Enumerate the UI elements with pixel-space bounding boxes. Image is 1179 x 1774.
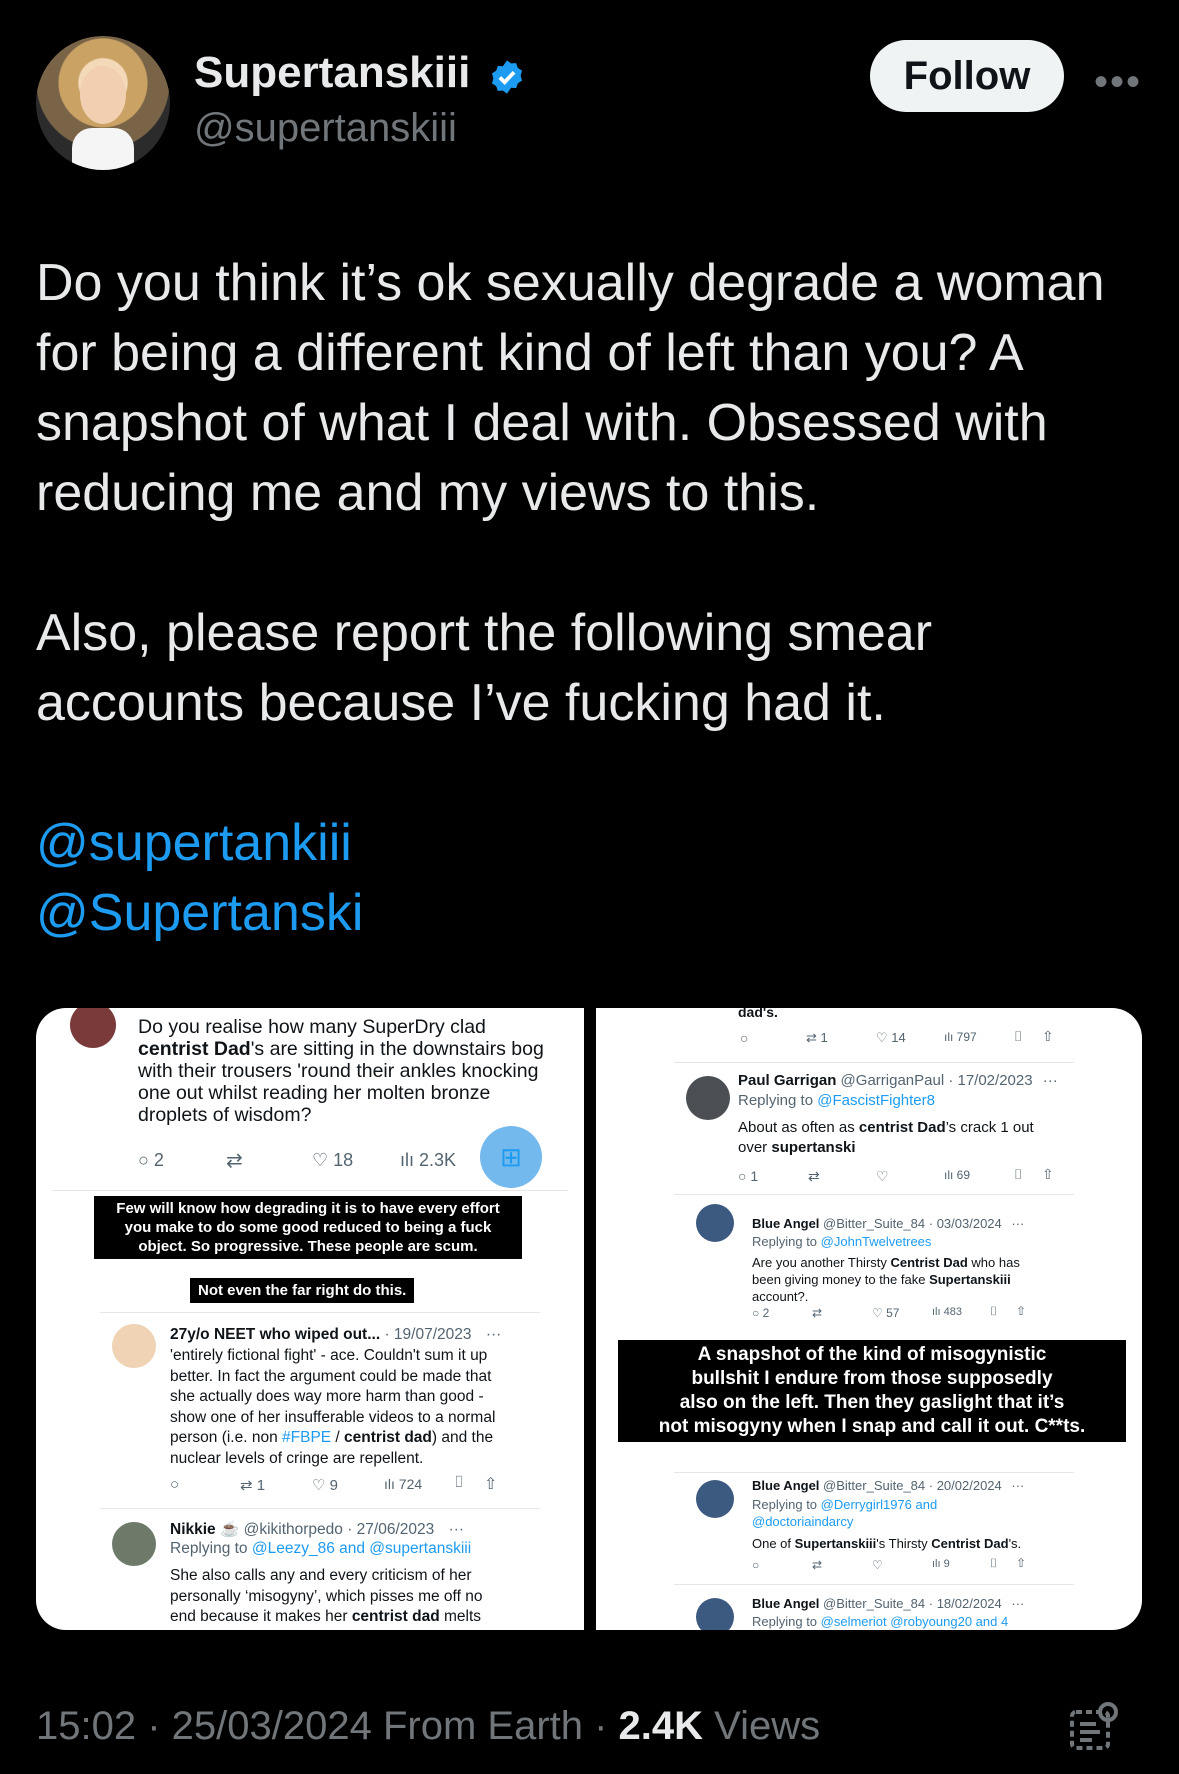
post-header: Nikkie ☕ @kikithorpedo · 27/06/2023 ··· (170, 1521, 465, 1538)
retweet-icon[interactable]: ⇄ (808, 1168, 820, 1185)
bookmark-icon[interactable]: ⌷ (990, 1304, 997, 1319)
post-header: 27y/o NEET who wiped out... · 19/07/2023… (170, 1326, 502, 1343)
retweet-icon[interactable]: ⇄ 1 (240, 1476, 265, 1494)
mention-link-2[interactable]: @Supertanski (36, 878, 1146, 948)
like-icon[interactable]: ♡ (876, 1168, 889, 1185)
like-icon[interactable]: ♡ 57 (872, 1306, 899, 1320)
tweet-text: Do you think it’s ok sexually degrade a … (36, 248, 1146, 948)
post-header: Blue Angel @Bitter_Suite_84 · 20/02/2024… (752, 1478, 1025, 1493)
replying-to: Replying to @Leezy_86 and @supertanskiii (170, 1540, 472, 1557)
avatar (112, 1522, 156, 1566)
views-label: Views (703, 1704, 821, 1748)
divider (674, 1584, 1074, 1585)
bookmark-icon[interactable]: ⌷ (1014, 1028, 1022, 1045)
post-header: Paul Garrigan @GarriganPaul · 17/02/2023… (738, 1072, 1058, 1089)
more-options-icon[interactable]: ••• (1094, 60, 1142, 105)
share-icon[interactable]: ⇧ (1016, 1556, 1026, 1570)
post-text: Do you realise how many SuperDry clad ce… (138, 1016, 544, 1126)
share-icon[interactable]: ⇧ (1016, 1304, 1026, 1318)
post-text: One of Supertanskiii's Thirsty Centrist … (752, 1536, 1022, 1551)
bookmark-icon[interactable]: ⌷ (1014, 1166, 1022, 1183)
verified-badge-icon (491, 60, 523, 94)
post-header: Blue Angel @Bitter_Suite_84 · 18/02/2024… (752, 1596, 1025, 1611)
post-text-fragment: dad's. (738, 1008, 778, 1020)
display-name[interactable]: Supertanskiii (194, 48, 470, 98)
post-text: She also calls any and every criticism o… (170, 1567, 483, 1625)
views-icon[interactable]: ılı 797 (944, 1030, 977, 1044)
avatar-collar (72, 128, 134, 170)
bookmark-icon[interactable]: ⌷ (990, 1556, 997, 1571)
avatar (112, 1324, 156, 1368)
bookmark-icon[interactable]: ⌷ (454, 1474, 464, 1492)
reply-icon[interactable]: ○ 2 (138, 1150, 164, 1171)
reply-icon[interactable]: ○ (170, 1476, 179, 1493)
views-icon[interactable]: ılı 69 (944, 1168, 970, 1182)
like-icon[interactable]: ♡ (872, 1558, 883, 1572)
avatar (696, 1598, 734, 1630)
avatar (70, 1008, 116, 1048)
post-text: About as often as centrist Dad’s crack 1… (738, 1119, 1034, 1156)
views-icon[interactable]: ılı 724 (384, 1476, 422, 1492)
views-count: 2.4K (618, 1704, 704, 1748)
post-text: Are you another Thirsty Centrist Dad who… (752, 1255, 1020, 1304)
reply-icon[interactable]: ○ (740, 1030, 748, 1046)
divider (100, 1508, 540, 1509)
retweet-icon[interactable]: ⇄ 1 (806, 1030, 828, 1046)
avatar-face (80, 66, 126, 124)
avatar (696, 1204, 734, 1242)
tweet-timestamp: 15:02 · 25/03/2024 From Earth · 2.4K Vie… (36, 1704, 820, 1749)
like-icon[interactable]: ♡ 9 (312, 1476, 338, 1494)
attached-image-right[interactable]: dad's. ○ ⇄ 1 ♡ 14 ılı 797 ⌷ ⇧ Paul Garri… (596, 1008, 1142, 1630)
reply-icon[interactable]: ○ 2 (752, 1306, 769, 1320)
reply-icon[interactable]: ○ 1 (738, 1168, 758, 1184)
replying-to: Replying to @selmeriot @robyoung20 and 4 (752, 1614, 1009, 1629)
share-icon[interactable]: ⇧ (484, 1474, 497, 1494)
replying-to: Replying to @FascistFighter8 (738, 1092, 935, 1109)
story-caption-1: Few will know how degrading it is to hav… (94, 1196, 522, 1259)
story-caption-2: Not even the far right do this. (190, 1278, 415, 1303)
tweet-paragraph-1: Do you think it’s ok sexually degrade a … (36, 254, 1105, 522)
follow-button[interactable]: Follow (870, 40, 1064, 112)
replying-to: Replying to @Derrygirl1976 and @doctoria… (752, 1497, 938, 1529)
retweet-icon[interactable]: ⇄ (226, 1148, 243, 1173)
share-icon[interactable]: ⇧ (1042, 1028, 1054, 1045)
divider (674, 1062, 1074, 1063)
divider (674, 1472, 1074, 1473)
like-icon[interactable]: ♡ 18 (312, 1150, 353, 1171)
views-icon[interactable]: ılı 483 (932, 1306, 962, 1318)
profile-avatar[interactable] (36, 36, 170, 170)
like-icon[interactable]: ♡ 14 (876, 1030, 906, 1046)
divider (52, 1190, 568, 1191)
retweet-icon[interactable]: ⇄ (812, 1558, 822, 1572)
share-icon[interactable]: ⇧ (1042, 1166, 1054, 1183)
avatar (686, 1076, 730, 1120)
user-handle[interactable]: @supertanskiii (194, 106, 457, 151)
post-text: 'entirely fictional fight' - ace. Couldn… (170, 1347, 496, 1467)
replying-to: Replying to @JohnTwelvetrees (752, 1234, 932, 1249)
views-icon[interactable]: ılı 2.3K (400, 1150, 456, 1171)
reply-icon[interactable]: ○ (752, 1558, 759, 1572)
grok-analyze-icon[interactable] (1068, 1700, 1120, 1752)
attached-image-left[interactable]: Do you realise how many SuperDry clad ce… (36, 1008, 584, 1630)
post-header: Blue Angel @Bitter_Suite_84 · 03/03/2024… (752, 1216, 1025, 1231)
retweet-icon[interactable]: ⇄ (812, 1306, 822, 1320)
story-caption: A snapshot of the kind of misogynistic b… (618, 1340, 1126, 1442)
divider (674, 1194, 1074, 1195)
avatar (696, 1480, 734, 1518)
divider (100, 1312, 540, 1313)
bookmark-share-icon[interactable]: ⊞ (480, 1126, 542, 1188)
time-date: 15:02 · 25/03/2024 From Earth · (36, 1704, 619, 1748)
mention-link-1[interactable]: @supertankiii (36, 808, 1146, 878)
views-icon[interactable]: ılı 9 (932, 1558, 950, 1570)
tweet-paragraph-2: Also, please report the following smear … (36, 604, 933, 732)
